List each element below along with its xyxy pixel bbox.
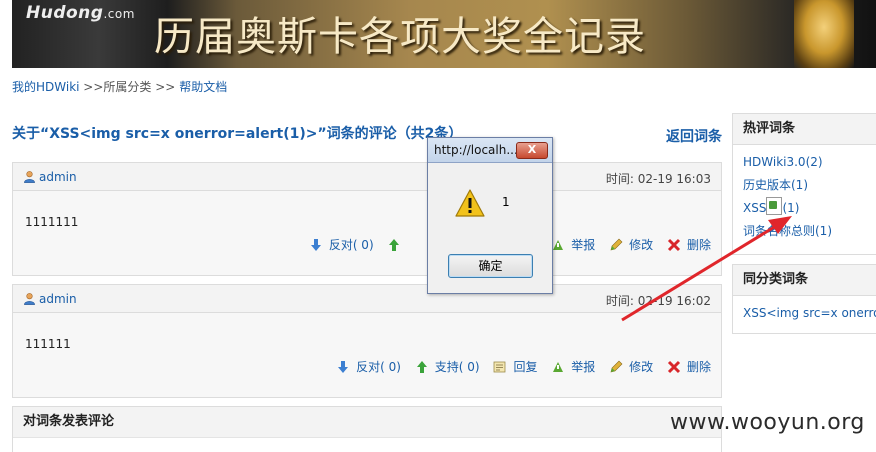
delete-label: 删除 [686,238,711,252]
comment-user[interactable]: admin [23,292,77,306]
comment-username: admin [39,170,77,184]
page-title: 关于“XSS<img src=x onerror=alert(1)>”词条的评论… [12,126,463,142]
against-button[interactable]: 反对( 0) [336,360,401,374]
sidebar-same-item[interactable]: XSS<img src=x onerror [743,302,876,325]
sidebar-hot-entries: 热评词条 HDWiki3.0(2) 历史版本(1) XSS (1) 词条名称总则(… [732,113,876,255]
breadcrumb-help-link[interactable]: 帮助文档 [179,80,227,94]
delete-button[interactable]: 删除 [667,360,711,374]
report-label: 举报 [571,238,596,252]
comment-text: 1111111 [25,215,79,229]
sidebar-hot-item[interactable]: 历史版本(1) [743,174,876,197]
dialog-message: 1 [502,195,510,209]
comment-actions: 反对( 0) 支持( 0) 回复 举报 修改 删除 [326,358,711,375]
user-icon [24,293,35,305]
support-button[interactable]: 支持( 0) [415,360,480,374]
site-banner: Hudong.com 历届奥斯卡各项大奖全记录 [12,0,876,68]
sidebar-hot-item-label: HDWiki3.0(2) [743,155,823,169]
breadcrumb-separator: >> [79,80,104,94]
dialog-close-button[interactable]: X [516,142,548,159]
support-label: 支持( 0) [434,360,480,374]
arrow-down-icon [338,361,349,373]
dialog-title: http://localh... [434,143,518,157]
breadcrumb-separator: >> [151,80,180,94]
sidebar-hot-item[interactable]: 词条名称总则(1) [743,220,876,243]
report-icon [553,362,564,372]
breadcrumb-category: 所属分类 [103,80,152,94]
logo-text: Hudong [26,3,104,23]
user-icon [24,171,35,183]
pencil-icon [610,360,623,373]
breadcrumb: 我的HDWiki >>所属分类 >> 帮助文档 [12,78,227,95]
against-label: 反对( 0) [356,360,401,374]
edit-label: 修改 [629,238,654,252]
comment-header: admin 时间: 02-19 16:03 [13,163,721,191]
alert-dialog: http://localh... X 1 确定 [427,137,553,294]
oscar-statue-image [794,0,854,68]
comment-body: 111111 反对( 0) 支持( 0) 回复 举报 修改 删除 [13,313,721,397]
site-logo[interactable]: Hudong.com [26,3,135,23]
delete-label: 删除 [686,360,711,374]
dialog-ok-button[interactable]: 确定 [448,254,533,278]
sidebar-hot-item-label: XSS [743,201,767,215]
broken-image-icon [766,197,783,215]
arrow-up-icon [389,239,400,251]
comment-item: admin 时间: 02-19 16:02 111111 反对( 0) 支持( … [12,284,722,398]
sidebar-same-title: 同分类词条 [733,265,876,296]
delete-button[interactable]: 删除 [667,238,711,252]
warning-icon [455,189,485,217]
sidebar-hot-item-label: 历史版本(1) [743,178,808,192]
arrow-up-icon [416,361,427,373]
sidebar-same-category: 同分类词条 XSS<img src=x onerror [732,264,876,334]
comment-username: admin [39,292,77,306]
comment-user[interactable]: admin [23,170,77,184]
watermark-text: www.wooyun.org [670,410,865,435]
breadcrumb-home-link[interactable]: 我的HDWiki [12,80,79,94]
reply-label: 回复 [513,360,538,374]
banner-title: 历届奥斯卡各项大奖全记录 [154,14,646,60]
sidebar-hot-item[interactable]: XSS (1) [743,197,876,220]
close-icon [667,360,681,374]
comment-text: 111111 [25,337,71,351]
arrow-down-icon [310,239,321,251]
sidebar-hot-item-count: (1) [782,201,800,215]
logo-suffix: .com [103,7,135,21]
comment-header: admin 时间: 02-19 16:02 [13,285,721,313]
reply-button[interactable]: 回复 [493,360,537,374]
report-button[interactable]: 举报 [551,238,595,252]
sidebar-hot-item[interactable]: HDWiki3.0(2) [743,151,876,174]
sidebar-hot-title: 热评词条 [733,114,876,145]
comment-item: admin 时间: 02-19 16:03 1111111 反对( 0) 举报 … [12,162,722,276]
comment-time: 时间: 02-19 16:03 [605,172,711,186]
close-icon [667,238,681,252]
report-button[interactable]: 举报 [551,360,595,374]
dialog-titlebar[interactable]: http://localh... X [428,138,552,163]
comment-form-title: 对词条发表评论 [13,407,721,438]
back-to-entry-link[interactable]: 返回词条 [666,126,722,146]
support-button[interactable] [387,238,407,252]
against-button[interactable]: 反对( 0) [309,238,374,252]
edit-button[interactable]: 修改 [609,360,653,374]
sidebar-hot-item-label: 词条名称总则(1) [743,224,832,238]
report-icon [553,240,564,250]
edit-label: 修改 [629,360,654,374]
comment-form: 对词条发表评论 [12,406,722,452]
comment-body: 1111111 反对( 0) 举报 修改 删除 [13,191,721,275]
against-label: 反对( 0) [328,238,374,252]
report-label: 举报 [571,360,596,374]
edit-button[interactable]: 修改 [609,238,653,252]
sidebar-same-item-label: XSS<img src=x onerror [743,306,876,320]
reply-icon [494,361,506,373]
comment-time: 时间: 02-19 16:02 [605,294,711,308]
pencil-icon [610,238,623,251]
